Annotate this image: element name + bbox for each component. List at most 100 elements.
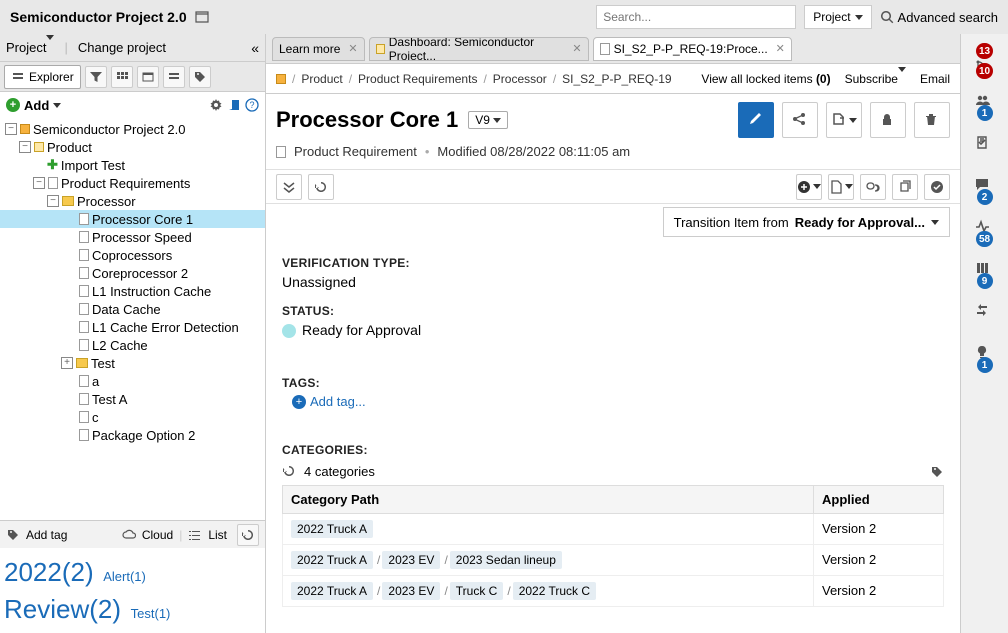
email-link[interactable]: Email <box>920 72 950 86</box>
tag-tool-icon[interactable] <box>189 66 211 88</box>
tree-item-l1err[interactable]: L1 Cache Error Detection <box>0 318 265 336</box>
collapse-sidebar-icon[interactable]: « <box>251 40 259 56</box>
tree-item-l2[interactable]: L2 Cache <box>0 336 265 354</box>
col-applied: Applied <box>814 485 944 513</box>
categories-label: CATEGORIES: <box>282 443 944 457</box>
list-view-icon[interactable] <box>163 66 185 88</box>
tab-requirement[interactable]: SI_S2_P-P_REQ-19:Proce...✕ <box>593 37 792 61</box>
book-icon[interactable] <box>227 98 241 112</box>
link-icon[interactable] <box>860 174 886 200</box>
tag-2022[interactable]: 2022(2) <box>4 557 94 587</box>
category-chip[interactable]: 2022 Truck C <box>513 582 596 600</box>
rail-ideas[interactable]: 1 <box>965 334 1005 374</box>
close-icon[interactable]: ✕ <box>776 42 785 55</box>
copy-icon[interactable] <box>892 174 918 200</box>
tag-test[interactable]: Test(1) <box>131 606 171 621</box>
tree-test[interactable]: +Test <box>0 354 265 372</box>
tree-item-testA[interactable]: Test A <box>0 390 265 408</box>
table-row[interactable]: 2022 Truck A/2023 EV/2023 Sedan lineupVe… <box>283 544 944 575</box>
home-icon[interactable] <box>276 74 286 84</box>
tree-product[interactable]: −Product <box>0 138 265 156</box>
advanced-search-link[interactable]: Advanced search <box>880 10 998 25</box>
add-button[interactable]: + Add <box>6 98 61 113</box>
rail-branch[interactable]: 13 10 <box>965 40 1005 80</box>
tag-alert[interactable]: Alert(1) <box>103 569 146 584</box>
tree-product-req[interactable]: −Product Requirements <box>0 174 265 192</box>
cloud-icon[interactable] <box>122 528 136 542</box>
category-chip[interactable]: Truck C <box>450 582 504 600</box>
rail-users[interactable]: 1 <box>965 82 1005 122</box>
close-icon[interactable]: ✕ <box>348 42 357 55</box>
tag-review[interactable]: Review(2) <box>4 594 121 624</box>
crumb-product[interactable]: Product <box>301 72 342 86</box>
table-row[interactable]: 2022 Truck A Version 2 <box>283 513 944 544</box>
project-menu[interactable]: Project <box>6 40 54 55</box>
tree-item-dcache[interactable]: Data Cache <box>0 300 265 318</box>
gear-icon[interactable] <box>209 98 223 112</box>
tree-item-speed[interactable]: Processor Speed <box>0 228 265 246</box>
category-chip[interactable]: 2022 Truck A <box>291 582 373 600</box>
crumb-processor[interactable]: Processor <box>493 72 547 86</box>
export-button[interactable] <box>826 102 862 138</box>
grid-view-icon[interactable] <box>111 66 133 88</box>
applied-value: Version 2 <box>814 575 944 606</box>
category-chip[interactable]: 2023 Sedan lineup <box>450 551 562 569</box>
tree-item-a[interactable]: a <box>0 372 265 390</box>
crumb-id: SI_S2_P-P_REQ-19 <box>562 72 671 86</box>
tab-learn-more[interactable]: Learn more✕ <box>272 37 365 61</box>
category-chip[interactable]: 2023 EV <box>382 582 440 600</box>
category-chip[interactable]: 2022 Truck A <box>291 551 373 569</box>
rail-activity[interactable]: 58 <box>965 208 1005 248</box>
app-title: Semiconductor Project 2.0 <box>10 9 187 25</box>
approve-icon[interactable] <box>924 174 950 200</box>
explorer-button[interactable]: Explorer <box>4 65 81 89</box>
cat-refresh-icon[interactable] <box>282 464 296 478</box>
doc-action-icon[interactable] <box>828 174 854 200</box>
transition-dropdown[interactable]: Transition Item from Ready for Approval.… <box>663 207 950 237</box>
tree-item-l1i[interactable]: L1 Instruction Cache <box>0 282 265 300</box>
delete-button[interactable] <box>914 102 950 138</box>
rail-swap[interactable] <box>965 292 1005 332</box>
rail-columns[interactable]: 9 <box>965 250 1005 290</box>
change-project-link[interactable]: Change project <box>78 40 166 55</box>
list-icon[interactable] <box>188 528 202 542</box>
tree-import-test[interactable]: ✚Import Test <box>0 156 265 174</box>
share-button[interactable] <box>782 102 818 138</box>
add-tag-label[interactable]: Add tag <box>26 528 67 542</box>
status-value: Ready for Approval <box>282 322 944 338</box>
expand-all-icon[interactable] <box>276 174 302 200</box>
category-chip[interactable]: 2022 Truck A <box>291 520 373 538</box>
tree-item-core1[interactable]: Processor Core 1 <box>0 210 265 228</box>
crumb-product-req[interactable]: Product Requirements <box>358 72 477 86</box>
rail-clipboard[interactable] <box>965 124 1005 164</box>
filter-icon[interactable] <box>85 66 107 88</box>
version-dropdown[interactable]: V9 <box>468 111 508 129</box>
tag-refresh-icon[interactable] <box>237 524 259 546</box>
applied-value: Version 2 <box>814 513 944 544</box>
edit-button[interactable] <box>738 102 774 138</box>
tree-item-pkg2[interactable]: Package Option 2 <box>0 426 265 444</box>
category-chip[interactable]: 2023 EV <box>382 551 440 569</box>
subscribe-dropdown[interactable]: Subscribe <box>845 72 906 86</box>
tree-item-core2[interactable]: Coreprocessor 2 <box>0 264 265 282</box>
modified-date: Modified 08/28/2022 08:11:05 am <box>437 144 630 159</box>
refresh-icon[interactable] <box>308 174 334 200</box>
rail-comments[interactable]: 2 <box>965 166 1005 206</box>
tab-dashboard[interactable]: Dashboard: Semiconductor Project...✕ <box>369 37 589 61</box>
add-sub-icon[interactable] <box>796 174 822 200</box>
locked-items-link[interactable]: View all locked items (0) <box>701 72 830 86</box>
card-view-icon[interactable] <box>137 66 159 88</box>
tree-processor[interactable]: −Processor <box>0 192 265 210</box>
tag-manage-icon[interactable] <box>930 465 944 479</box>
search-scope-dropdown[interactable]: Project <box>804 5 871 29</box>
table-row[interactable]: 2022 Truck A/2023 EV/Truck C/2022 Truck … <box>283 575 944 606</box>
lock-button[interactable] <box>870 102 906 138</box>
help-icon[interactable] <box>245 98 259 112</box>
tree-item-coproc[interactable]: Coprocessors <box>0 246 265 264</box>
tree-root[interactable]: −Semiconductor Project 2.0 <box>0 120 265 138</box>
add-tag-link[interactable]: +Add tag... <box>292 394 944 409</box>
tree-item-c[interactable]: c <box>0 408 265 426</box>
verification-type-label: VERIFICATION TYPE: <box>282 256 944 270</box>
close-icon[interactable]: ✕ <box>572 42 581 55</box>
search-input[interactable] <box>596 5 796 29</box>
